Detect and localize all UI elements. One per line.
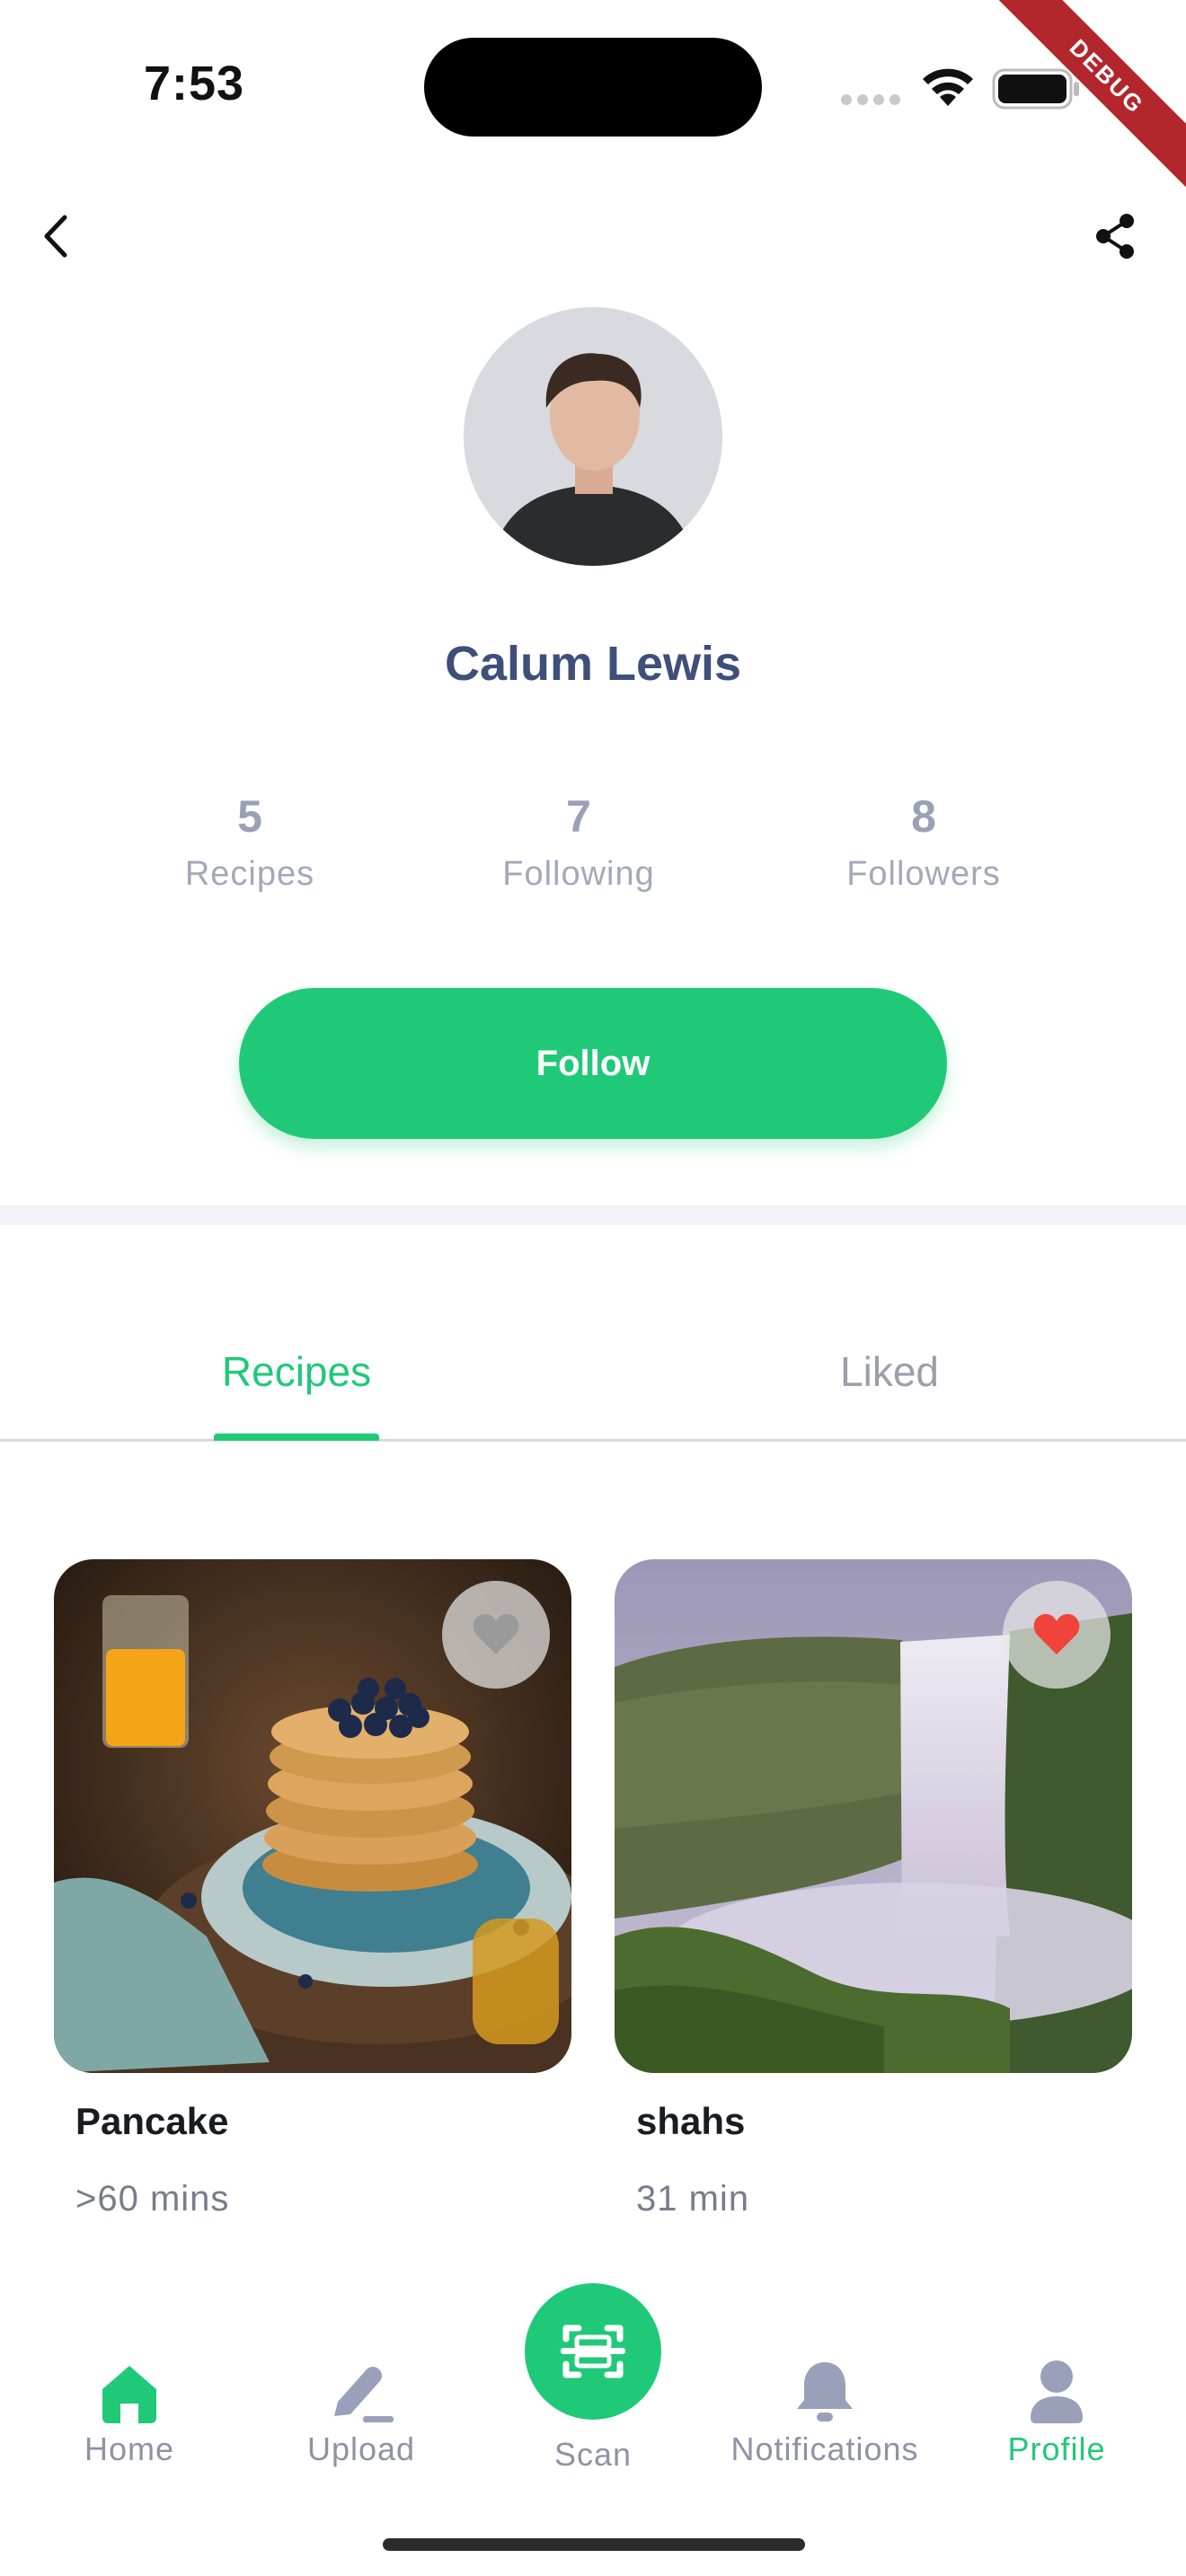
nav-scan-label[interactable]: Scan	[503, 2436, 683, 2474]
home-indicator	[383, 2538, 805, 2551]
chevron-left-icon	[44, 215, 67, 258]
share-icon	[1096, 214, 1134, 259]
recipe-title: Pancake	[75, 2100, 229, 2142]
stat-recipes[interactable]: 5 Recipes	[115, 790, 385, 894]
favorite-button-pancake[interactable]	[442, 1581, 550, 1689]
share-button[interactable]	[1085, 207, 1145, 266]
recipe-time: >60 mins	[75, 2179, 230, 2219]
tab-active-indicator	[214, 1434, 379, 1441]
scan-button[interactable]	[525, 2283, 661, 2420]
stat-recipes-count: 5	[237, 791, 262, 842]
recipe-card-shahs[interactable]: shahs 31 min	[615, 1559, 1132, 2219]
favorite-button-shahs[interactable]	[1003, 1581, 1111, 1689]
heart-icon	[473, 1614, 519, 1654]
home-icon	[31, 2353, 228, 2425]
stat-followers-count: 8	[911, 791, 936, 842]
pencil-icon	[262, 2353, 460, 2425]
nav-upload[interactable]: Upload	[262, 2353, 460, 2468]
stat-following[interactable]: 7 Following	[444, 790, 713, 894]
recipe-image-pancake	[54, 1559, 571, 2073]
section-divider	[0, 1205, 1186, 1225]
recipe-title: shahs	[636, 2100, 746, 2142]
user-icon	[958, 2353, 1155, 2425]
tab-recipes[interactable]: Recipes	[0, 1347, 593, 1396]
heart-filled-icon	[1033, 1614, 1080, 1654]
cellular-signal-icon	[841, 93, 906, 110]
nav-profile-label: Profile	[1007, 2430, 1106, 2467]
tab-liked[interactable]: Liked	[593, 1347, 1186, 1396]
bell-icon	[726, 2353, 924, 2425]
back-button[interactable]	[34, 207, 81, 266]
follow-button[interactable]: Follow	[239, 988, 947, 1139]
stat-following-label: Following	[502, 855, 655, 893]
stat-following-count: 7	[566, 791, 591, 842]
recipe-image-shahs	[615, 1559, 1132, 2073]
nav-notifications-label: Notifications	[730, 2430, 919, 2467]
stat-recipes-label: Recipes	[184, 855, 315, 893]
stat-followers[interactable]: 8 Followers	[789, 790, 1058, 894]
wifi-icon	[920, 65, 976, 112]
stat-followers-label: Followers	[846, 855, 1001, 893]
tab-bar-divider	[0, 1439, 1186, 1442]
nav-profile[interactable]: Profile	[958, 2353, 1155, 2468]
scan-icon	[561, 2325, 625, 2378]
nav-upload-label: Upload	[306, 2430, 416, 2467]
dynamic-island	[424, 38, 762, 137]
recipe-card-pancake[interactable]: Pancake >60 mins	[54, 1559, 571, 2219]
nav-home[interactable]: Home	[31, 2353, 228, 2468]
avatar	[464, 307, 722, 566]
nav-home-label: Home	[84, 2430, 175, 2467]
nav-notifications[interactable]: Notifications	[726, 2353, 924, 2468]
recipe-time: 31 min	[636, 2179, 750, 2219]
status-time: 7:53	[144, 57, 245, 110]
profile-name: Calum Lewis	[444, 637, 742, 691]
battery-icon	[992, 68, 1082, 114]
